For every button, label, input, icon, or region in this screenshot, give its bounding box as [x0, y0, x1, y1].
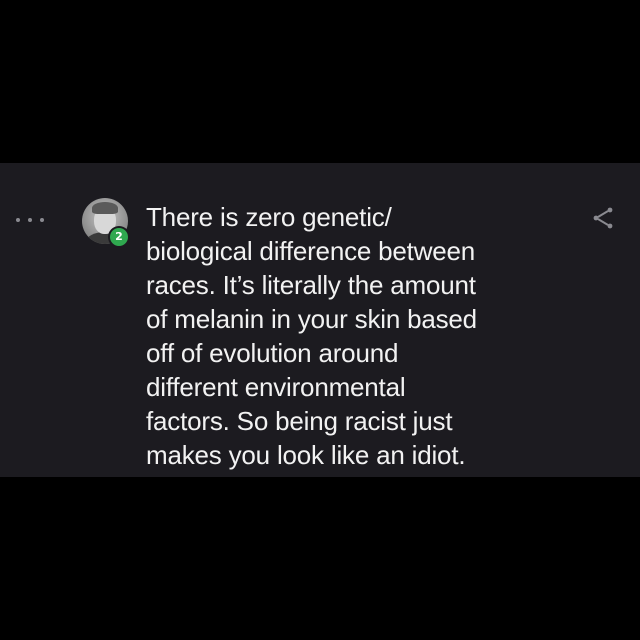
screen: 2 There is zero genetic/ biological diff…: [0, 0, 640, 640]
dot: [40, 218, 44, 222]
level-badge: 2: [110, 228, 128, 246]
more-dots-icon[interactable]: [16, 218, 44, 222]
dot: [28, 218, 32, 222]
avatar-hair: [92, 202, 118, 214]
dot: [16, 218, 20, 222]
share-icon[interactable]: [590, 206, 616, 230]
comment-text: There is zero genetic/ biological differ…: [146, 202, 477, 470]
